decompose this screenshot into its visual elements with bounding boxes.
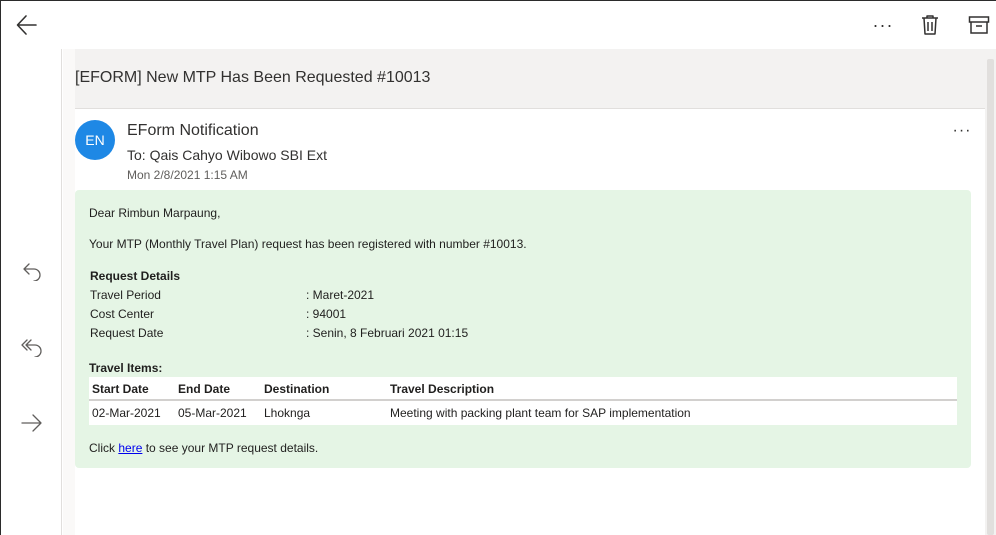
table-header-row: Start Date End Date Destination Travel D…: [89, 377, 957, 401]
forward-icon: [21, 414, 42, 432]
table-cell: Lhoknga: [264, 406, 311, 420]
footer-text: Click here to see your MTP request detai…: [89, 441, 318, 455]
subject-bar: [EFORM] New MTP Has Been Requested #1001…: [75, 49, 985, 109]
delete-button[interactable]: [914, 9, 946, 41]
more-icon: ···: [952, 122, 972, 139]
sender-name[interactable]: EForm Notification: [127, 122, 259, 140]
column-header: Travel Description: [390, 382, 495, 396]
travel-items-table: Start Date End Date Destination Travel D…: [89, 377, 957, 425]
reading-pane: [EFORM] New MTP Has Been Requested #1001…: [63, 49, 985, 535]
column-header: Start Date: [92, 382, 149, 396]
request-details-title: Request Details: [90, 269, 181, 283]
request-detail-label: Cost Center: [90, 307, 155, 321]
recipient-line: To: Qais Cahyo Wibowo SBI Ext: [127, 147, 327, 163]
message-subject: [EFORM] New MTP Has Been Requested #1001…: [75, 69, 431, 86]
forward-button[interactable]: [15, 406, 49, 440]
table-cell: 02-Mar-2021: [92, 406, 161, 420]
details-link[interactable]: here: [118, 441, 142, 455]
trash-icon: [922, 15, 938, 35]
message-more-button[interactable]: ···: [947, 119, 977, 143]
reply-all-button[interactable]: [15, 330, 49, 364]
request-detail-row: Request Date : Senin, 8 Februari 2021 01…: [90, 326, 490, 344]
table-cell: 05-Mar-2021: [178, 406, 247, 420]
travel-items-title: Travel Items:: [89, 361, 163, 375]
table-row: 02-Mar-2021 05-Mar-2021 Lhoknga Meeting …: [89, 401, 957, 425]
request-detail-value: : Senin, 8 Februari 2021 01:15: [306, 326, 469, 340]
request-detail-label: Travel Period: [90, 288, 161, 302]
archive-icon: [968, 16, 990, 34]
reply-all-icon: [21, 339, 42, 357]
greeting-text: Dear Rimbun Marpaung,: [89, 206, 221, 220]
request-detail-value: : Maret-2021: [306, 288, 375, 302]
column-header: Destination: [264, 382, 330, 396]
footer-suffix: to see your MTP request details.: [142, 441, 319, 455]
sent-date: Mon 2/8/2021 1:15 AM: [127, 168, 248, 182]
more-icon: ···: [872, 14, 894, 35]
scrollbar[interactable]: [985, 49, 996, 535]
avatar[interactable]: EN: [75, 120, 115, 160]
scrollbar-thumb[interactable]: [987, 59, 994, 535]
request-detail-value: : 94001: [306, 307, 347, 321]
message-body: Dear Rimbun Marpaung, Your MTP (Monthly …: [75, 190, 971, 468]
reply-icon: [23, 263, 41, 281]
column-header: End Date: [178, 382, 231, 396]
request-detail-label: Request Date: [90, 326, 164, 340]
message-card: EN EForm Notification To: Qais Cahyo Wib…: [75, 109, 985, 535]
reply-button[interactable]: [15, 254, 49, 288]
back-button[interactable]: [11, 9, 43, 41]
archive-button[interactable]: [963, 9, 995, 41]
intro-text: Your MTP (Monthly Travel Plan) request h…: [89, 237, 527, 251]
more-actions-button[interactable]: ···: [867, 9, 899, 41]
request-detail-row: Travel Period : Maret-2021: [90, 288, 490, 306]
arrow-left-icon: [16, 15, 37, 35]
action-rail: [1, 49, 62, 535]
footer-prefix: Click: [89, 441, 119, 455]
request-detail-row: Cost Center : 94001: [90, 307, 490, 325]
table-cell: Meeting with packing plant team for SAP …: [390, 406, 691, 420]
top-toolbar: ···: [1, 1, 996, 49]
